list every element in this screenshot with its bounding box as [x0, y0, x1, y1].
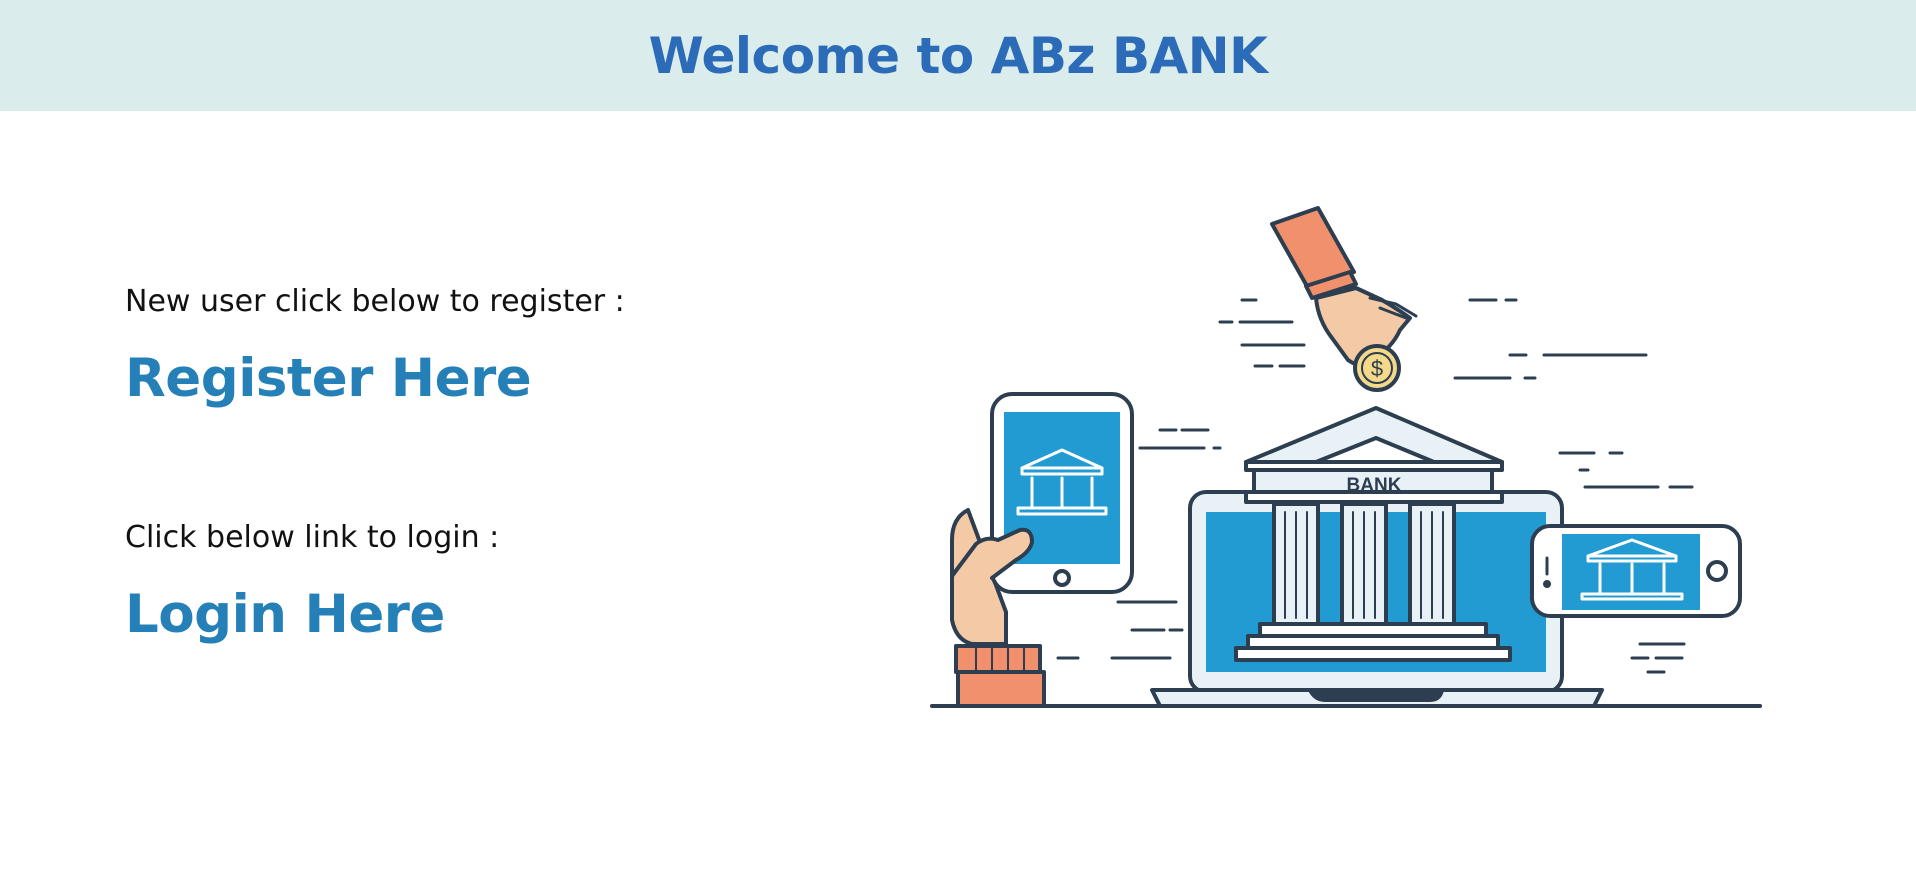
hand-with-coin-icon: $: [1270, 206, 1418, 392]
login-prompt: Click below link to login :: [125, 520, 500, 555]
phone-in-hand-icon: [950, 392, 1134, 708]
page-title: Welcome to ABz BANK: [648, 26, 1268, 85]
bank-sign-text: BANK: [1347, 475, 1402, 496]
login-link[interactable]: Login Here: [125, 584, 445, 645]
landscape-phone-icon: [1530, 524, 1742, 618]
online-banking-illustration: BANK $: [930, 206, 1762, 708]
register-link[interactable]: Register Here: [125, 348, 532, 409]
header-bar: Welcome to ABz BANK: [0, 0, 1916, 111]
coin-dollar-symbol: $: [1371, 356, 1383, 381]
register-prompt: New user click below to register :: [125, 284, 625, 319]
